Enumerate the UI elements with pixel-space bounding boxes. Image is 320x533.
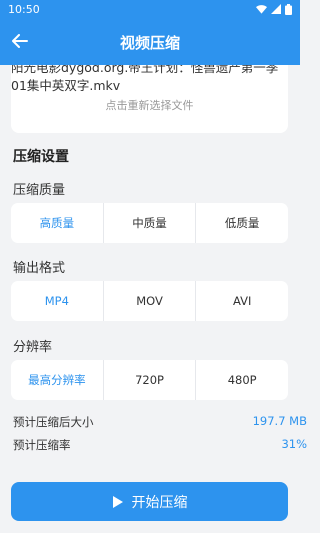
- estimated-ratio-label: 预计压缩率: [13, 438, 71, 452]
- status-bar: 10:50: [0, 0, 300, 18]
- format-options: MP4 MOV AVI: [11, 281, 288, 321]
- status-time: 10:50: [8, 2, 40, 16]
- estimated-size-label: 预计压缩后大小: [13, 415, 94, 429]
- estimated-size-row: 预计压缩后大小 197.7 MB: [13, 414, 307, 430]
- quality-label: 压缩质量: [13, 183, 66, 198]
- quality-options: 高质量 中质量 低质量: [11, 203, 288, 243]
- reselect-file-link[interactable]: 点击重新选择文件: [11, 97, 288, 113]
- play-icon: [112, 495, 123, 508]
- battery-icon: [285, 3, 292, 15]
- quality-option-low[interactable]: 低质量: [196, 203, 288, 243]
- estimated-ratio-value: 31%: [281, 437, 307, 451]
- start-compress-button[interactable]: 开始压缩: [11, 482, 288, 521]
- status-icons: [256, 3, 292, 15]
- start-compress-label: 开始压缩: [131, 494, 188, 511]
- settings-section-title: 压缩设置: [13, 149, 69, 165]
- quality-option-medium[interactable]: 中质量: [104, 203, 197, 243]
- resolution-option-480p[interactable]: 480P: [196, 360, 288, 400]
- format-option-avi[interactable]: AVI: [196, 281, 288, 321]
- estimated-size-value: 197.7 MB: [252, 414, 307, 428]
- quality-option-high[interactable]: 高质量: [11, 203, 104, 243]
- estimated-ratio-row: 预计压缩率 31%: [13, 437, 307, 453]
- wifi-icon: [256, 5, 267, 14]
- format-label: 输出格式: [13, 261, 66, 276]
- app-bar: 视频压缩: [0, 18, 300, 65]
- selected-file-card[interactable]: 阳光电影dygod.org.帝王计划：怪兽遗产第一季01集中英双字.mkv 点击…: [11, 65, 288, 133]
- resolution-option-max[interactable]: 最高分辨率: [11, 360, 104, 400]
- format-option-mp4[interactable]: MP4: [11, 281, 104, 321]
- format-option-mov[interactable]: MOV: [104, 281, 197, 321]
- resolution-options: 最高分辨率 720P 480P: [11, 360, 288, 400]
- file-name: 阳光电影dygod.org.帝王计划：怪兽遗产第一季01集中英双字.mkv: [11, 65, 279, 93]
- page-title: 视频压缩: [119, 34, 180, 52]
- resolution-option-720p[interactable]: 720P: [104, 360, 197, 400]
- resolution-label: 分辨率: [13, 340, 53, 355]
- signal-icon: [271, 4, 281, 14]
